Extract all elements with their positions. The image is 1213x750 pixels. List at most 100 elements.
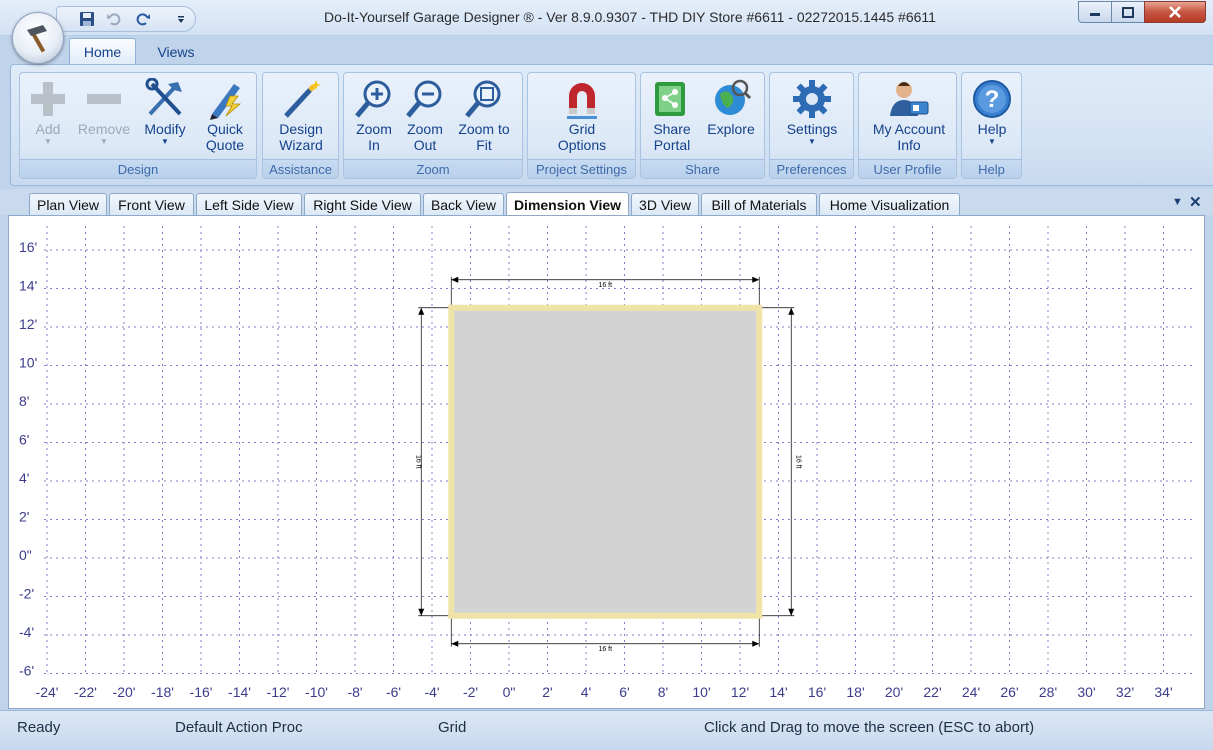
tab-right-side-view[interactable]: Right Side View: [304, 193, 421, 215]
add-dropdown-icon: ▼: [44, 137, 52, 146]
ribbon-group-label: User Profile: [859, 159, 956, 178]
y-axis-tick-label: 12': [19, 316, 37, 332]
help-dropdown-icon: ▼: [988, 137, 996, 146]
x-axis-tick-label: 24': [962, 684, 980, 700]
tab-plan-view[interactable]: Plan View: [29, 193, 107, 215]
magnet-icon: [567, 83, 597, 119]
ribbon-tab-home[interactable]: Home: [69, 38, 136, 65]
redo-icon[interactable]: [133, 10, 153, 28]
dimension-arrow: [788, 608, 795, 616]
x-axis-tick-label: 18': [846, 684, 864, 700]
hammer-wrench-icon: [145, 78, 182, 116]
ribbon-group-label: Project Settings: [528, 159, 635, 178]
x-axis-tick-label: 4': [581, 684, 591, 700]
ribbon-tab-views[interactable]: Views: [143, 38, 209, 65]
x-axis-tick-label: 14': [769, 684, 787, 700]
tab-3d-view[interactable]: 3D View: [631, 193, 699, 215]
garage-floor: [454, 310, 757, 613]
minimize-button[interactable]: [1078, 1, 1112, 23]
window-title: Do-It-Yourself Garage Designer ® - Ver 8…: [324, 9, 936, 25]
help-button[interactable]: ? Help ▼: [964, 77, 1020, 159]
zoom-fit-icon: [465, 80, 501, 118]
x-axis-tick-label: 32': [1116, 684, 1134, 700]
dimension-label-top: 16 ft: [598, 282, 612, 289]
x-axis-tick-label: 22': [923, 684, 941, 700]
zoom-fit-button[interactable]: Zoom to Fit: [454, 77, 514, 159]
y-axis-tick-label: -6': [19, 663, 34, 679]
x-axis-tick-label: -2': [463, 684, 478, 700]
tab-front-view[interactable]: Front View: [109, 193, 194, 215]
ribbon-group-help: ? Help ▼ Help: [961, 72, 1022, 179]
y-axis-tick-label: -2': [19, 586, 34, 602]
zoom-fit-label-2: Fit: [476, 137, 492, 153]
save-icon[interactable]: [77, 10, 97, 28]
application-menu-button[interactable]: [12, 12, 64, 64]
remove-button[interactable]: Remove ▼: [76, 77, 132, 159]
x-axis-tick-label: -20': [113, 684, 136, 700]
tab-home-visualization[interactable]: Home Visualization: [819, 193, 960, 215]
quick-access-toolbar: [56, 6, 196, 32]
add-button[interactable]: Add ▼: [20, 77, 76, 159]
y-axis-tick-label: 0": [19, 547, 32, 563]
design-wizard-button[interactable]: Design Wizard: [271, 77, 331, 159]
ribbon-group-label: Design: [20, 159, 256, 178]
close-button[interactable]: [1144, 1, 1206, 23]
dimension-arrow: [752, 276, 760, 283]
explore-label: Explore: [707, 121, 755, 137]
dimension-arrow: [451, 276, 459, 283]
my-account-button[interactable]: My Account Info: [869, 77, 949, 159]
dimension-arrow: [451, 640, 459, 647]
share-portal-button[interactable]: Share Portal: [644, 77, 700, 159]
share-portal-label-1: Share: [653, 121, 691, 137]
quick-quote-button[interactable]: Quick Quote: [197, 77, 253, 159]
pencil-lightning-icon: [210, 84, 242, 120]
dimension-view-canvas[interactable]: 16' 14' 12' 10' 8' 6' 4' 2' 0" -2' -4' -6' -24' -22'…: [9, 216, 1204, 708]
ribbon-group-label: Zoom: [344, 159, 522, 178]
tab-list-dropdown-icon[interactable]: ▼: [1172, 196, 1183, 208]
x-axis-tick-label: -16': [190, 684, 213, 700]
x-axis-tick-label: 12': [731, 684, 749, 700]
my-account-label-1: My Account: [872, 121, 946, 137]
close-icon: [1169, 6, 1181, 18]
remove-dropdown-icon: ▼: [100, 137, 108, 146]
x-axis-tick-label: 10': [692, 684, 710, 700]
my-account-label-2: Info: [897, 137, 921, 153]
x-axis-tick-label: 2': [542, 684, 552, 700]
zoom-out-button[interactable]: Zoom Out: [397, 77, 453, 159]
maximize-button[interactable]: [1111, 1, 1145, 23]
zoom-in-button[interactable]: Zoom In: [346, 77, 402, 159]
settings-button[interactable]: Settings ▼: [784, 77, 840, 159]
y-axis-tick-label: 6': [19, 432, 29, 448]
ribbon-group-assistance: Design Wizard Assistance: [262, 72, 339, 179]
zoom-in-label-1: Zoom: [356, 121, 392, 137]
status-mode: Grid: [438, 719, 467, 736]
explore-button[interactable]: Explore: [703, 77, 759, 159]
y-axis-tick-label: -4': [19, 624, 34, 640]
zoom-fit-label-1: Zoom to: [458, 121, 510, 137]
status-hint: Click and Drag to move the screen (ESC t…: [704, 719, 1035, 736]
x-axis-tick-label: -24': [36, 684, 59, 700]
tab-bill-of-materials[interactable]: Bill of Materials: [701, 193, 817, 215]
user-card-icon: [890, 82, 929, 116]
svg-text:?: ?: [985, 86, 1000, 113]
grid-options-button[interactable]: Grid Options: [554, 77, 610, 159]
dimension-arrow: [418, 608, 425, 616]
tab-left-side-view[interactable]: Left Side View: [196, 193, 302, 215]
y-axis-tick-label: 14': [19, 278, 37, 294]
undo-icon[interactable]: [104, 10, 124, 28]
ribbon-group-preferences: Settings ▼ Preferences: [769, 72, 854, 179]
modify-button[interactable]: Modify ▼: [137, 77, 193, 159]
status-ready: Ready: [17, 719, 61, 736]
customize-dropdown-icon[interactable]: [171, 10, 191, 28]
zoom-in-label-2: In: [368, 137, 380, 153]
modify-dropdown-icon: ▼: [161, 137, 169, 146]
tab-back-view[interactable]: Back View: [423, 193, 504, 215]
plus-icon: [31, 82, 65, 116]
minus-icon: [87, 94, 121, 104]
garage-floor-plan[interactable]: [448, 304, 763, 619]
ribbon-group-project-settings: Grid Options Project Settings: [527, 72, 636, 179]
tab-dimension-view[interactable]: Dimension View: [506, 192, 629, 216]
close-tab-icon[interactable]: ✕: [1189, 193, 1202, 211]
x-axis-tick-label: -10': [305, 684, 328, 700]
x-axis-tick-label: -4': [424, 684, 439, 700]
